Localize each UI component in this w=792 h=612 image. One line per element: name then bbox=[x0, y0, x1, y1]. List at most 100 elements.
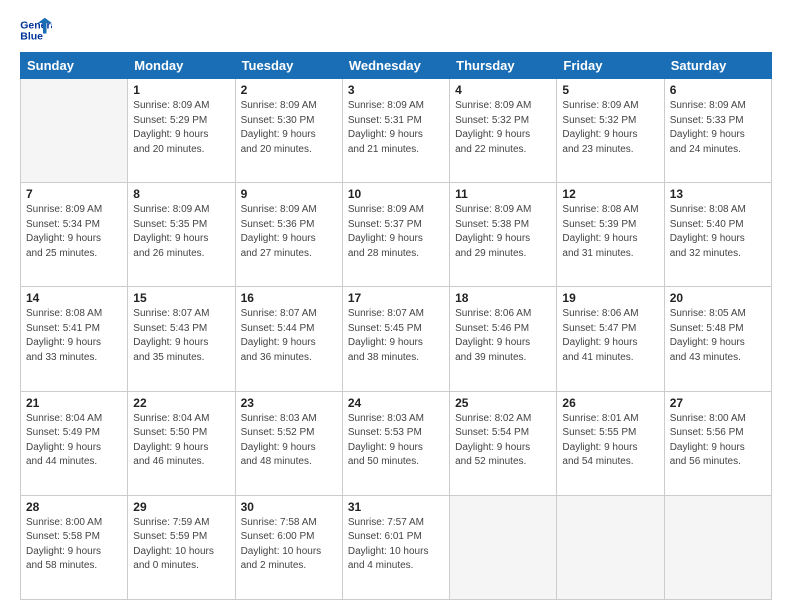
day-info: Sunrise: 7:57 AMSunset: 6:01 PMDaylight:… bbox=[348, 516, 444, 574]
weekday-header: Tuesday bbox=[235, 53, 342, 79]
calendar-cell: 12 Sunrise: 8:08 AMSunset: 5:39 PMDayligh… bbox=[557, 183, 664, 287]
day-number: 20 bbox=[670, 291, 766, 305]
calendar-cell: 16 Sunrise: 8:07 AMSunset: 5:44 PMDayligh… bbox=[235, 287, 342, 391]
day-info: Sunrise: 8:06 AMSunset: 5:47 PMDaylight:… bbox=[562, 307, 658, 365]
day-number: 7 bbox=[26, 187, 122, 201]
calendar-cell: 2 Sunrise: 8:09 AMSunset: 5:30 PMDaylight… bbox=[235, 79, 342, 183]
day-number: 31 bbox=[348, 500, 444, 514]
calendar-cell: 19Sunrise: 8:06 AMSunset: 5:47 PMDayligh… bbox=[557, 287, 664, 391]
day-info: Sunrise: 8:02 AMSunset: 5:54 PMDaylight:… bbox=[455, 412, 551, 470]
day-number: 3 bbox=[348, 83, 444, 97]
day-info: Sunrise: 8:09 AMSunset: 5:36 PMDaylight:… bbox=[241, 203, 337, 261]
calendar-cell: 23Sunrise: 8:03 AMSunset: 5:52 PMDayligh… bbox=[235, 391, 342, 495]
day-info: Sunrise: 8:09 AMSunset: 5:38 PMDaylight:… bbox=[455, 203, 551, 261]
calendar-cell: 24 Sunrise: 8:03 AMSunset: 5:53 PMDayligh… bbox=[342, 391, 449, 495]
calendar-cell: 4Sunrise: 8:09 AMSunset: 5:32 PMDaylight… bbox=[450, 79, 557, 183]
calendar-cell: 17Sunrise: 8:07 AMSunset: 5:45 PMDayligh… bbox=[342, 287, 449, 391]
day-number: 14 bbox=[26, 291, 122, 305]
day-number: 28 bbox=[26, 500, 122, 514]
day-info: Sunrise: 8:09 AMSunset: 5:32 PMDaylight:… bbox=[562, 99, 658, 157]
logo-icon: General Blue bbox=[20, 16, 52, 44]
day-info: Sunrise: 8:09 AMSunset: 5:32 PMDaylight:… bbox=[455, 99, 551, 157]
calendar-cell: 13 Sunrise: 8:08 AMSunset: 5:40 PMDayligh… bbox=[664, 183, 771, 287]
day-info: Sunrise: 8:00 AMSunset: 5:58 PMDaylight:… bbox=[26, 516, 122, 574]
calendar-cell: 8Sunrise: 8:09 AMSunset: 5:35 PMDaylight… bbox=[128, 183, 235, 287]
day-info: Sunrise: 8:00 AMSunset: 5:56 PMDaylight:… bbox=[670, 412, 766, 470]
day-info: Sunrise: 8:03 AMSunset: 5:52 PMDaylight:… bbox=[241, 412, 337, 470]
logo: General Blue bbox=[20, 16, 52, 44]
calendar-table: SundayMondayTuesdayWednesdayThursdayFrid… bbox=[20, 52, 772, 600]
calendar-cell: 5 Sunrise: 8:09 AMSunset: 5:32 PMDaylight… bbox=[557, 79, 664, 183]
day-info: Sunrise: 8:07 AMSunset: 5:44 PMDaylight:… bbox=[241, 307, 337, 365]
day-number: 9 bbox=[241, 187, 337, 201]
calendar-cell: 25 Sunrise: 8:02 AMSunset: 5:54 PMDayligh… bbox=[450, 391, 557, 495]
day-info: Sunrise: 8:01 AMSunset: 5:55 PMDaylight:… bbox=[562, 412, 658, 470]
calendar-cell bbox=[557, 495, 664, 599]
day-number: 21 bbox=[26, 396, 122, 410]
day-number: 25 bbox=[455, 396, 551, 410]
day-info: Sunrise: 7:59 AMSunset: 5:59 PMDaylight:… bbox=[133, 516, 229, 574]
calendar-cell bbox=[450, 495, 557, 599]
day-number: 27 bbox=[670, 396, 766, 410]
day-info: Sunrise: 8:08 AMSunset: 5:40 PMDaylight:… bbox=[670, 203, 766, 261]
calendar-cell: 14 Sunrise: 8:08 AMSunset: 5:41 PMDayligh… bbox=[21, 287, 128, 391]
day-info: Sunrise: 8:09 AMSunset: 5:30 PMDaylight:… bbox=[241, 99, 337, 157]
calendar-cell: 30 Sunrise: 7:58 AMSunset: 6:00 PMDayligh… bbox=[235, 495, 342, 599]
calendar-cell: 1 Sunrise: 8:09 AMSunset: 5:29 PMDaylight… bbox=[128, 79, 235, 183]
weekday-header: Saturday bbox=[664, 53, 771, 79]
day-info: Sunrise: 8:09 AMSunset: 5:31 PMDaylight:… bbox=[348, 99, 444, 157]
day-number: 24 bbox=[348, 396, 444, 410]
day-info: Sunrise: 8:08 AMSunset: 5:39 PMDaylight:… bbox=[562, 203, 658, 261]
weekday-header: Thursday bbox=[450, 53, 557, 79]
calendar-cell: 21 Sunrise: 8:04 AMSunset: 5:49 PMDayligh… bbox=[21, 391, 128, 495]
day-number: 29 bbox=[133, 500, 229, 514]
day-number: 16 bbox=[241, 291, 337, 305]
calendar-cell: 6 Sunrise: 8:09 AMSunset: 5:33 PMDaylight… bbox=[664, 79, 771, 183]
day-info: Sunrise: 8:09 AMSunset: 5:29 PMDaylight:… bbox=[133, 99, 229, 157]
calendar-cell: 22 Sunrise: 8:04 AMSunset: 5:50 PMDayligh… bbox=[128, 391, 235, 495]
day-number: 12 bbox=[562, 187, 658, 201]
day-info: Sunrise: 8:08 AMSunset: 5:41 PMDaylight:… bbox=[26, 307, 122, 365]
calendar-cell: 31 Sunrise: 7:57 AMSunset: 6:01 PMDayligh… bbox=[342, 495, 449, 599]
day-number: 18 bbox=[455, 291, 551, 305]
day-info: Sunrise: 8:04 AMSunset: 5:49 PMDaylight:… bbox=[26, 412, 122, 470]
day-number: 2 bbox=[241, 83, 337, 97]
calendar-cell: 7 Sunrise: 8:09 AMSunset: 5:34 PMDaylight… bbox=[21, 183, 128, 287]
calendar-cell: 10 Sunrise: 8:09 AMSunset: 5:37 PMDayligh… bbox=[342, 183, 449, 287]
day-info: Sunrise: 8:09 AMSunset: 5:37 PMDaylight:… bbox=[348, 203, 444, 261]
day-info: Sunrise: 8:03 AMSunset: 5:53 PMDaylight:… bbox=[348, 412, 444, 470]
day-number: 30 bbox=[241, 500, 337, 514]
calendar-cell: 3 Sunrise: 8:09 AMSunset: 5:31 PMDaylight… bbox=[342, 79, 449, 183]
day-info: Sunrise: 8:09 AMSunset: 5:35 PMDaylight:… bbox=[133, 203, 229, 261]
calendar-cell: 29 Sunrise: 7:59 AMSunset: 5:59 PMDayligh… bbox=[128, 495, 235, 599]
calendar-cell bbox=[664, 495, 771, 599]
calendar-cell: 20 Sunrise: 8:05 AMSunset: 5:48 PMDayligh… bbox=[664, 287, 771, 391]
day-info: Sunrise: 8:06 AMSunset: 5:46 PMDaylight:… bbox=[455, 307, 551, 365]
calendar-page: General Blue SundayMondayTuesdayWednesda… bbox=[0, 0, 792, 612]
day-number: 13 bbox=[670, 187, 766, 201]
day-number: 10 bbox=[348, 187, 444, 201]
calendar-cell: 15 Sunrise: 8:07 AMSunset: 5:43 PMDayligh… bbox=[128, 287, 235, 391]
calendar-cell: 28 Sunrise: 8:00 AMSunset: 5:58 PMDayligh… bbox=[21, 495, 128, 599]
day-number: 26 bbox=[562, 396, 658, 410]
day-info: Sunrise: 8:09 AMSunset: 5:33 PMDaylight:… bbox=[670, 99, 766, 157]
day-number: 22 bbox=[133, 396, 229, 410]
day-number: 1 bbox=[133, 83, 229, 97]
calendar-cell: 9 Sunrise: 8:09 AMSunset: 5:36 PMDaylight… bbox=[235, 183, 342, 287]
day-number: 11 bbox=[455, 187, 551, 201]
header: General Blue bbox=[20, 16, 772, 44]
day-number: 15 bbox=[133, 291, 229, 305]
day-info: Sunrise: 8:09 AMSunset: 5:34 PMDaylight:… bbox=[26, 203, 122, 261]
day-info: Sunrise: 8:05 AMSunset: 5:48 PMDaylight:… bbox=[670, 307, 766, 365]
weekday-header: Friday bbox=[557, 53, 664, 79]
day-number: 17 bbox=[348, 291, 444, 305]
weekday-header: Monday bbox=[128, 53, 235, 79]
day-info: Sunrise: 8:04 AMSunset: 5:50 PMDaylight:… bbox=[133, 412, 229, 470]
day-number: 6 bbox=[670, 83, 766, 97]
day-info: Sunrise: 8:07 AMSunset: 5:43 PMDaylight:… bbox=[133, 307, 229, 365]
day-number: 5 bbox=[562, 83, 658, 97]
calendar-cell: 18 Sunrise: 8:06 AMSunset: 5:46 PMDayligh… bbox=[450, 287, 557, 391]
svg-text:Blue: Blue bbox=[20, 31, 43, 43]
weekday-header: Wednesday bbox=[342, 53, 449, 79]
day-info: Sunrise: 7:58 AMSunset: 6:00 PMDaylight:… bbox=[241, 516, 337, 574]
